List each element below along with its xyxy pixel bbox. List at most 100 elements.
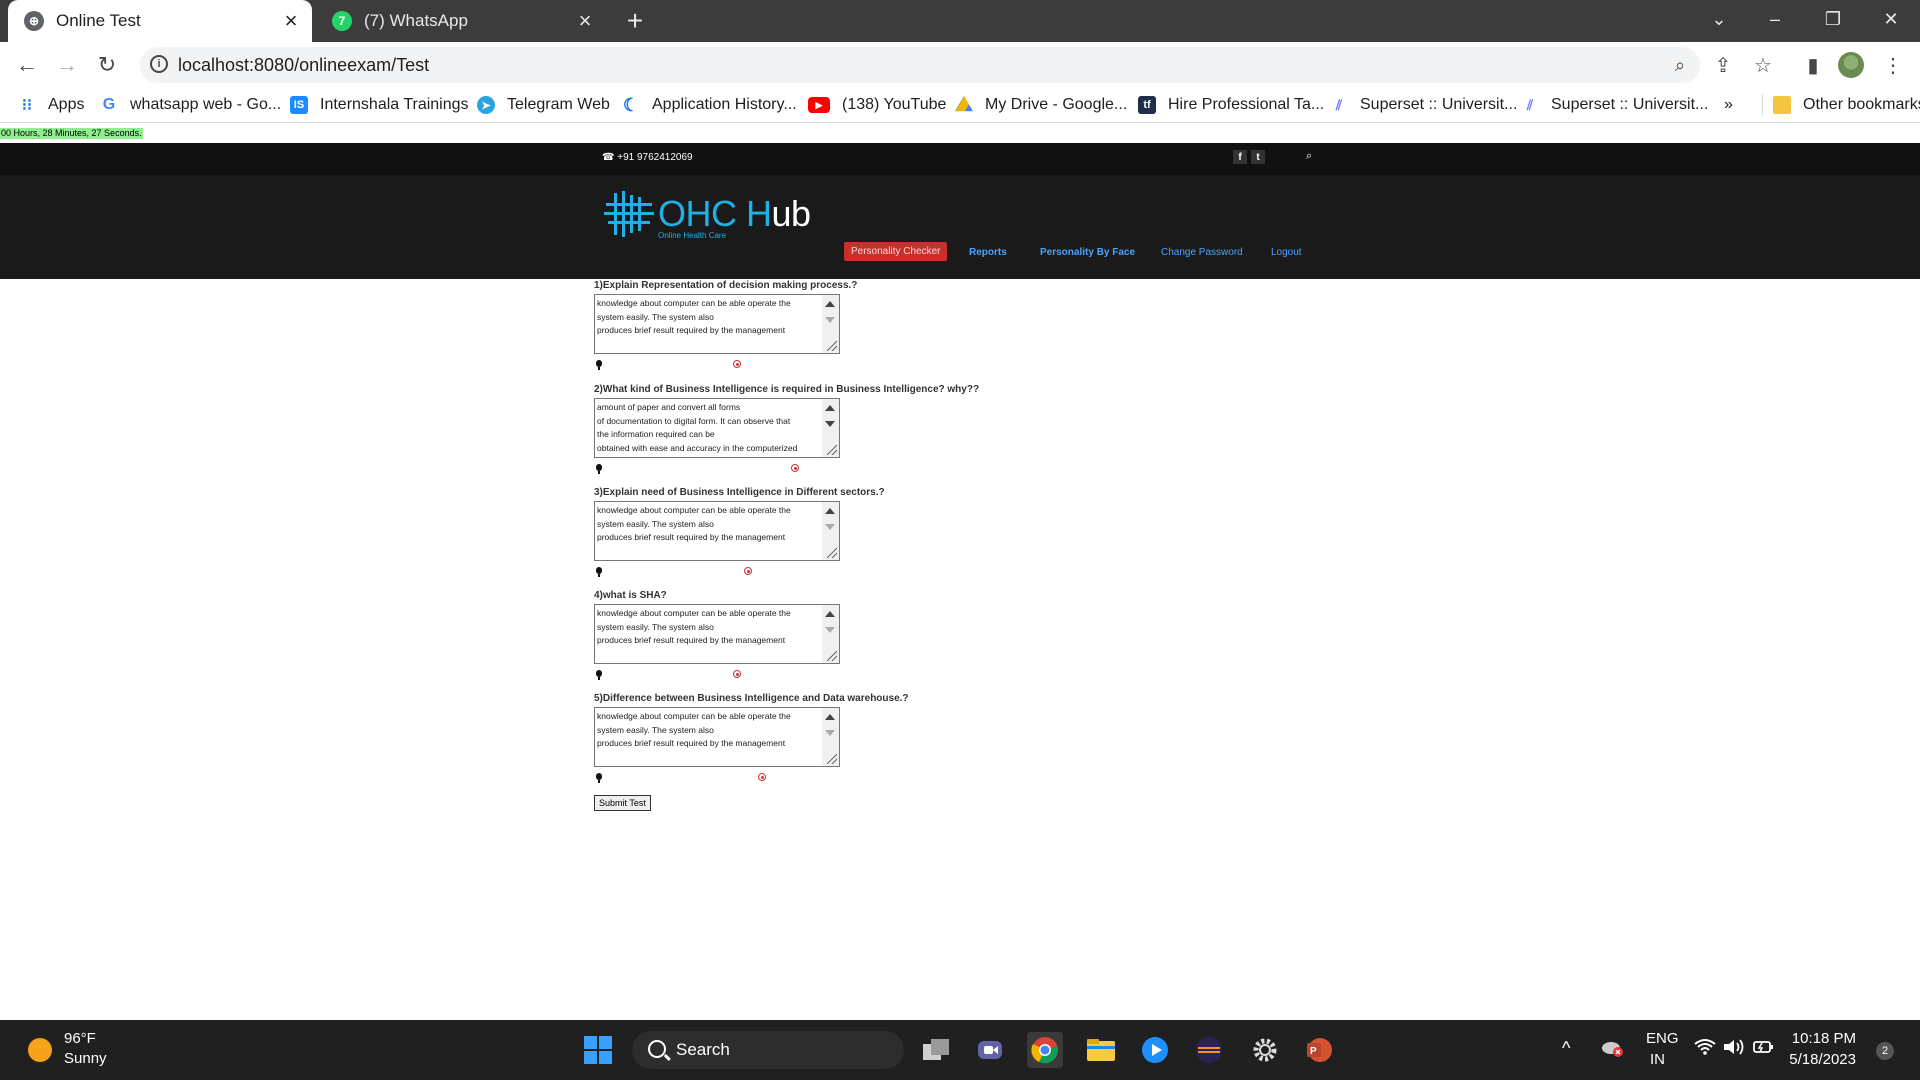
task-view-icon[interactable] — [918, 1032, 954, 1068]
answer-text[interactable]: amount of paper and convert all forms of… — [597, 401, 819, 455]
nav-logout[interactable]: Logout — [1271, 247, 1302, 258]
answer-text[interactable]: knowledge about computer can be able ope… — [597, 710, 819, 764]
scroll-up-arrow-icon[interactable] — [825, 508, 835, 514]
scroll-down-arrow-icon[interactable] — [825, 627, 835, 633]
share-icon[interactable]: ⇪ — [1708, 50, 1738, 80]
answer-text[interactable]: knowledge about computer can be able ope… — [597, 607, 819, 661]
settings-gear-icon[interactable] — [1247, 1032, 1283, 1068]
more-bookmarks-button[interactable]: » — [1724, 94, 1733, 116]
forward-arrow-icon[interactable]: → — [52, 50, 82, 80]
chrome-icon[interactable] — [1027, 1032, 1063, 1068]
clock-time[interactable]: 10:18 PM — [1792, 1030, 1856, 1047]
record-icon[interactable] — [791, 464, 799, 472]
bookmark-internshala[interactable]: IS Internshala Trainings — [290, 94, 469, 116]
nav-change-password[interactable]: Change Password — [1161, 247, 1243, 258]
clock-date[interactable]: 5/18/2023 — [1789, 1051, 1856, 1068]
answer-textarea[interactable]: knowledge about computer can be able ope… — [594, 604, 840, 664]
bookmark-youtube[interactable]: ▶ (138) YouTube — [808, 94, 946, 116]
resize-handle-icon[interactable] — [827, 548, 837, 558]
weather-description[interactable]: Sunny — [64, 1050, 107, 1067]
profile-avatar[interactable] — [1838, 52, 1864, 78]
answer-text[interactable]: knowledge about computer can be able ope… — [597, 297, 819, 351]
nav-personality-checker[interactable]: Personality Checker — [844, 242, 948, 261]
close-icon[interactable]: × — [280, 8, 302, 33]
language-code[interactable]: ENG — [1646, 1030, 1679, 1047]
answer-textarea[interactable]: knowledge about computer can be able ope… — [594, 501, 840, 561]
other-bookmarks[interactable]: Other bookmarks — [1762, 94, 1920, 116]
onedrive-error-icon[interactable] — [1600, 1038, 1624, 1062]
volume-icon[interactable] — [1722, 1038, 1746, 1060]
tab-search-chevron-icon[interactable]: ⌄ — [1696, 0, 1742, 38]
ohc-hub-logo[interactable]: OHC Hub Online Health Care — [604, 189, 811, 240]
answer-textarea[interactable]: knowledge about computer can be able ope… — [594, 294, 840, 354]
side-panel-icon[interactable]: ▮ — [1798, 50, 1828, 80]
file-explorer-icon[interactable] — [1083, 1032, 1119, 1068]
answer-textarea[interactable]: knowledge about computer can be able ope… — [594, 707, 840, 767]
restore-button[interactable]: ❐ — [1810, 0, 1856, 38]
nav-personality-by-face[interactable]: Personality By Face — [1040, 247, 1135, 258]
scroll-up-arrow-icon[interactable] — [825, 405, 835, 411]
taskbar-search[interactable]: Search — [632, 1031, 904, 1069]
scroll-up-arrow-icon[interactable] — [825, 714, 835, 720]
region-code[interactable]: IN — [1650, 1051, 1665, 1068]
tab-whatsapp[interactable]: 7 (7) WhatsApp × — [316, 0, 606, 42]
record-icon[interactable] — [733, 360, 741, 368]
submit-test-button[interactable]: Submit Test — [594, 795, 651, 811]
bookmark-superset-1[interactable]: ⫽ Superset :: Universit... — [1330, 94, 1518, 116]
battery-icon[interactable] — [1752, 1038, 1776, 1060]
window-close-button[interactable]: ✕ — [1868, 0, 1914, 38]
bookmark-superset-2[interactable]: ⫽ Superset :: Universit... — [1521, 94, 1709, 116]
bookmark-star-icon[interactable]: ☆ — [1748, 50, 1778, 80]
media-player-icon[interactable] — [1137, 1032, 1173, 1068]
resize-handle-icon[interactable] — [827, 754, 837, 764]
reload-icon[interactable]: ↻ — [92, 50, 122, 80]
powerpoint-icon[interactable]: P — [1301, 1032, 1337, 1068]
url-text[interactable]: localhost:8080/onlineexam/Test — [178, 55, 429, 76]
resize-handle-icon[interactable] — [827, 341, 837, 351]
answer-text[interactable]: knowledge about computer can be able ope… — [597, 504, 819, 558]
record-icon[interactable] — [758, 773, 766, 781]
scroll-down-arrow-icon[interactable] — [825, 317, 835, 323]
zoom-icon[interactable]: ⌕ — [1668, 53, 1692, 77]
bookmark-google-drive[interactable]: My Drive - Google... — [955, 94, 1127, 116]
weather-temperature[interactable]: 96°F — [64, 1030, 96, 1047]
bookmark-telegram[interactable]: ➤ Telegram Web — [477, 94, 610, 116]
bookmark-apps[interactable]: ⁝⁝ Apps — [18, 94, 85, 116]
resize-handle-icon[interactable] — [827, 651, 837, 661]
twitter-icon[interactable]: t — [1251, 150, 1265, 164]
start-button[interactable] — [580, 1032, 616, 1068]
eclipse-icon[interactable] — [1191, 1032, 1227, 1068]
site-info-icon[interactable]: i — [150, 55, 168, 73]
microphone-icon[interactable] — [596, 567, 602, 577]
scroll-up-arrow-icon[interactable] — [825, 611, 835, 617]
wifi-icon[interactable] — [1694, 1038, 1716, 1060]
nav-reports[interactable]: Reports — [969, 247, 1007, 258]
resize-handle-icon[interactable] — [827, 445, 837, 455]
facebook-icon[interactable]: f — [1233, 150, 1247, 164]
microphone-icon[interactable] — [596, 773, 602, 783]
scroll-down-arrow-icon[interactable] — [825, 524, 835, 530]
chevron-up-icon[interactable]: ^ — [1562, 1038, 1570, 1059]
close-icon[interactable]: × — [574, 8, 596, 33]
minimize-button[interactable]: – — [1752, 0, 1798, 38]
notification-badge[interactable]: 2 — [1876, 1042, 1894, 1060]
back-arrow-icon[interactable]: ← — [12, 50, 42, 80]
search-icon[interactable]: ⌕ — [1306, 150, 1312, 163]
menu-kebab-icon[interactable]: ⋮ — [1878, 50, 1908, 80]
bookmark-whatsapp-web[interactable]: G whatsapp web - Go... — [100, 94, 281, 116]
microphone-icon[interactable] — [596, 670, 602, 680]
new-tab-button[interactable]: + — [620, 5, 650, 36]
scroll-up-arrow-icon[interactable] — [825, 301, 835, 307]
microphone-icon[interactable] — [596, 360, 602, 370]
teams-chat-icon[interactable] — [972, 1032, 1008, 1068]
record-icon[interactable] — [744, 567, 752, 575]
scroll-down-arrow-icon[interactable] — [825, 730, 835, 736]
microphone-icon[interactable] — [596, 464, 602, 474]
tab-online-test[interactable]: ⊕ Online Test × — [8, 0, 312, 42]
address-bar[interactable]: i localhost:8080/onlineexam/Test ⌕ — [140, 47, 1700, 83]
sun-icon[interactable] — [28, 1038, 52, 1062]
bookmark-hire-professional[interactable]: tf Hire Professional Ta... — [1138, 94, 1324, 116]
answer-textarea[interactable]: amount of paper and convert all forms of… — [594, 398, 840, 458]
scroll-down-arrow-icon[interactable] — [825, 421, 835, 427]
bookmark-application-history[interactable]: ☾ Application History... — [622, 94, 797, 116]
